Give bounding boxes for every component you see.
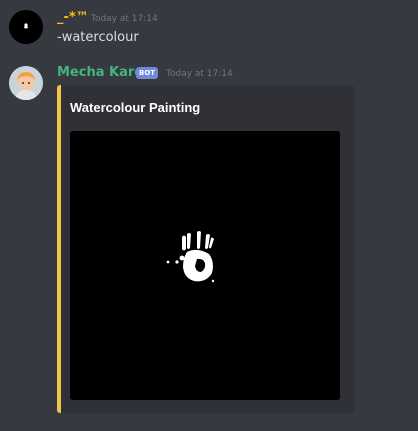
username[interactable]: _-*™ bbox=[57, 10, 89, 25]
embed-title: Watercolour Painting bbox=[70, 100, 201, 115]
timestamp: Today at 17:14 bbox=[91, 14, 158, 24]
handprint-painting-icon bbox=[70, 131, 340, 400]
embed-image[interactable] bbox=[70, 131, 340, 400]
timestamp: Today at 17:14 bbox=[166, 69, 233, 79]
black-avatar-icon bbox=[9, 10, 43, 44]
embed-accent-bar bbox=[57, 85, 61, 413]
cartoon-girl-avatar-icon bbox=[9, 66, 43, 100]
user-avatar[interactable] bbox=[9, 10, 43, 44]
bot-avatar[interactable] bbox=[9, 66, 43, 100]
message-text: -watercolour bbox=[57, 30, 139, 45]
bot-badge: BOT bbox=[136, 67, 159, 79]
embed: Watercolour Painting bbox=[57, 85, 354, 413]
